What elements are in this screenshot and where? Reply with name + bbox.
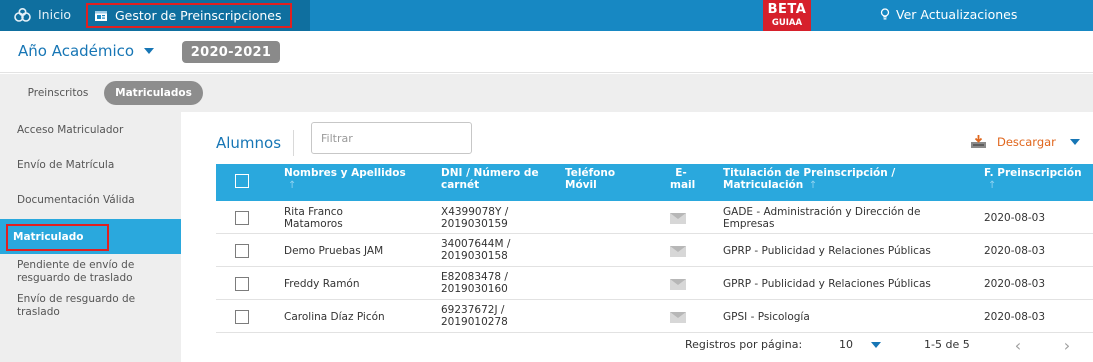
table-row[interactable]: Carolina Díaz Picón 69237672J / 20190102… bbox=[216, 301, 1093, 333]
student-degree: GPRP - Publicidad y Relaciones Públicas bbox=[723, 278, 931, 290]
column-header-degree[interactable]: Titulación de Preinscripción / Matricula… bbox=[723, 167, 923, 192]
home-logo-icon bbox=[14, 7, 31, 22]
sort-arrow-icon: ↑ bbox=[808, 180, 818, 191]
per-page-label: Registros por página: bbox=[685, 338, 803, 351]
sidebar-item-acceso-matriculador[interactable]: Acceso Matriculador bbox=[0, 124, 181, 137]
envelope-icon[interactable] bbox=[670, 312, 686, 323]
download-label: Descargar bbox=[997, 134, 1056, 149]
row-checkbox[interactable] bbox=[235, 277, 249, 291]
divider bbox=[293, 130, 294, 156]
student-dni: 34007644M / 2019030158 bbox=[441, 238, 511, 262]
row-checkbox[interactable] bbox=[235, 211, 249, 225]
pagination-bar: Registros por página: 10 1-5 de 5 ‹ › bbox=[203, 330, 1093, 362]
table-row[interactable]: Rita Franco Matamoros X4399078Y / 201903… bbox=[216, 202, 1093, 234]
column-header-email[interactable]: E-mail bbox=[670, 167, 695, 191]
row-checkbox[interactable] bbox=[235, 244, 249, 258]
beta-sub-label: GUIAA bbox=[771, 18, 803, 28]
academic-year-dropdown[interactable]: Año Académico bbox=[18, 42, 155, 60]
home-link[interactable]: Inicio bbox=[14, 7, 71, 22]
chevron-down-icon[interactable] bbox=[1069, 138, 1080, 145]
download-icon bbox=[971, 135, 986, 148]
sidebar-item-matriculado[interactable]: Matriculado bbox=[0, 219, 181, 254]
page-range: 1-5 de 5 bbox=[924, 338, 970, 351]
student-dni: E82083478 / 2019030160 bbox=[441, 271, 508, 295]
student-degree: GPSI - Psicología bbox=[723, 311, 810, 323]
student-name: Carolina Díaz Picón bbox=[284, 311, 385, 323]
sort-arrow-icon: ↑ bbox=[288, 180, 297, 191]
chevron-down-icon bbox=[144, 48, 155, 54]
academic-year-label: Año Académico bbox=[18, 42, 135, 60]
column-header-date[interactable]: F. Preinscripción ↑ bbox=[984, 167, 1089, 192]
student-name: Freddy Ramón bbox=[284, 278, 360, 290]
updates-label: Ver Actualizaciones bbox=[896, 7, 1018, 22]
sidebar-item-pendiente-resguardo[interactable]: Pendiente de envío de resguardo de trasl… bbox=[0, 259, 165, 285]
student-date: 2020-08-03 bbox=[984, 278, 1046, 290]
sidebar: Acceso Matriculador Envío de Matrícula D… bbox=[0, 112, 181, 362]
gestor-window-icon bbox=[95, 10, 107, 21]
main-panel: Alumnos Descargar Nombres y Apellidos ↑ … bbox=[203, 112, 1093, 362]
academic-year-badge: 2020-2021 bbox=[182, 41, 280, 63]
student-dni: X4399078Y / 2019030159 bbox=[441, 206, 509, 230]
download-button[interactable]: Descargar bbox=[970, 134, 1080, 149]
chevron-down-icon bbox=[871, 341, 881, 348]
sort-arrow-icon: ↑ bbox=[988, 180, 997, 191]
student-degree: GPRP - Publicidad y Relaciones Públicas bbox=[723, 245, 931, 257]
next-page-button[interactable]: › bbox=[1058, 335, 1076, 355]
student-dni: 69237672J / 2019010278 bbox=[441, 304, 508, 328]
beta-label: BETA bbox=[767, 2, 807, 17]
per-page-value: 10 bbox=[839, 338, 853, 351]
sidebar-item-matriculado-label: Matriculado bbox=[6, 224, 110, 251]
column-header-phone[interactable]: Teléfono Móvil bbox=[565, 167, 625, 191]
row-checkbox[interactable] bbox=[235, 310, 249, 324]
table-row[interactable]: Freddy Ramón E82083478 / 2019030160 GPRP… bbox=[216, 268, 1093, 300]
student-date: 2020-08-03 bbox=[984, 212, 1046, 224]
student-name: Demo Pruebas JAM bbox=[284, 245, 384, 257]
table-header: Nombres y Apellidos ↑ DNI / Número de ca… bbox=[216, 164, 1093, 201]
tab-matriculados[interactable]: Matriculados bbox=[104, 81, 203, 105]
per-page-dropdown[interactable]: 10 bbox=[839, 338, 881, 351]
student-date: 2020-08-03 bbox=[984, 311, 1046, 323]
student-name: Rita Franco Matamoros bbox=[284, 206, 343, 230]
column-header-name[interactable]: Nombres y Apellidos ↑ bbox=[284, 167, 424, 192]
section-title: Alumnos bbox=[216, 134, 282, 152]
gestor-label: Gestor de Preinscripciones bbox=[115, 8, 282, 23]
sidebar-item-envio-resguardo[interactable]: Envío de resguardo de traslado bbox=[0, 293, 160, 319]
top-bar: Inicio Gestor de Preinscripciones BETA G… bbox=[0, 0, 1093, 46]
column-header-dni[interactable]: DNI / Número de carnét bbox=[441, 167, 551, 191]
envelope-icon[interactable] bbox=[670, 213, 686, 224]
previous-page-button[interactable]: ‹ bbox=[1009, 335, 1027, 355]
envelope-icon[interactable] bbox=[670, 246, 686, 257]
tab-bar: Preinscritos Matriculados bbox=[0, 74, 1093, 112]
column-header-name-label: Nombres y Apellidos bbox=[284, 167, 406, 179]
filter-input[interactable] bbox=[311, 122, 472, 154]
select-all-checkbox[interactable] bbox=[235, 174, 249, 188]
sidebar-item-documentacion-valida[interactable]: Documentación Válida bbox=[0, 194, 181, 207]
column-header-date-label: F. Preinscripción bbox=[984, 167, 1082, 179]
envelope-icon[interactable] bbox=[670, 279, 686, 290]
student-date: 2020-08-03 bbox=[984, 245, 1046, 257]
view-updates-link[interactable]: Ver Actualizaciones bbox=[880, 7, 1017, 22]
academic-year-bar: Año Académico 2020-2021 bbox=[0, 31, 1093, 73]
sidebar-item-envio-matricula[interactable]: Envío de Matrícula bbox=[0, 159, 181, 172]
lightbulb-icon bbox=[880, 8, 890, 20]
gestor-preinscripciones-link[interactable]: Gestor de Preinscripciones bbox=[86, 3, 292, 28]
tab-preinscritos[interactable]: Preinscritos bbox=[14, 81, 102, 105]
table-row[interactable]: Demo Pruebas JAM 34007644M / 2019030158 … bbox=[216, 235, 1093, 267]
home-label: Inicio bbox=[38, 7, 72, 22]
student-degree: GADE - Administración y Dirección de Emp… bbox=[723, 206, 921, 230]
